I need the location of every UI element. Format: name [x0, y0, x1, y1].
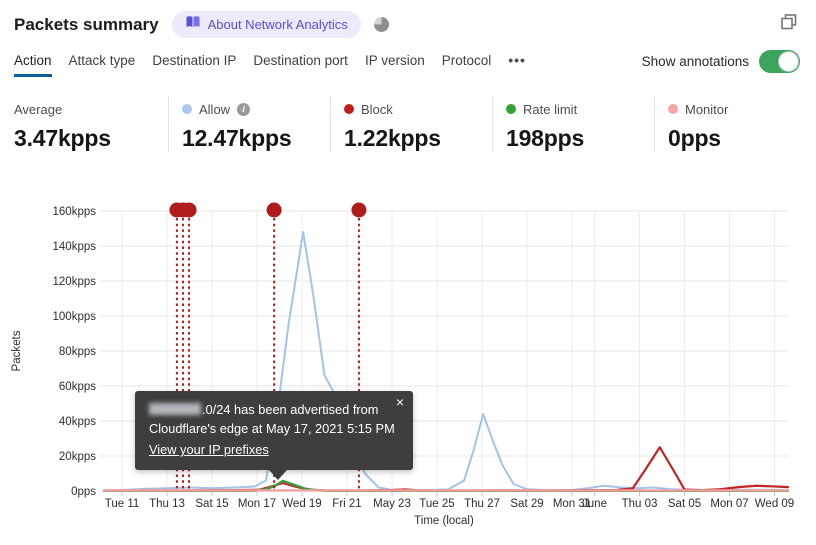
x-tick-label: Thu 27 — [464, 498, 500, 510]
y-tick-label: 40kpps — [59, 416, 96, 428]
y-tick-label: 80kpps — [59, 346, 96, 358]
tooltip-arrow — [269, 469, 287, 480]
page-title: Packets summary — [14, 14, 159, 34]
tooltip-line2: Cloudflare's edge at May 17, 2021 5:15 P… — [149, 421, 395, 437]
y-axis-title: Packets — [11, 330, 23, 371]
x-tick-label: Tue 25 — [419, 498, 454, 510]
tab-attack-type[interactable]: Attack type — [69, 53, 136, 77]
badge-label: About Network Analytics — [207, 17, 348, 32]
tab-destination-ip[interactable]: Destination IP — [152, 53, 236, 77]
annotation-dot[interactable] — [266, 202, 282, 218]
show-annotations-label: Show annotations — [641, 54, 749, 69]
show-annotations-toggle[interactable] — [759, 50, 800, 73]
tab-action[interactable]: Action — [14, 53, 52, 77]
y-tick-label: 120kpps — [53, 276, 97, 288]
stat-value: 1.22kpps — [344, 125, 441, 151]
y-tick-label: 160kpps — [53, 206, 97, 218]
stat-value: 12.47kpps — [182, 125, 292, 151]
x-tick-label: May 23 — [373, 498, 411, 510]
monitor-dot-icon — [668, 104, 678, 114]
stat-value: 198pps — [506, 125, 585, 151]
view-ip-prefixes-link[interactable]: View your IP prefixes — [149, 440, 269, 459]
stat-value: 0pps — [668, 125, 721, 151]
annotation-tooltip: × .0/24 has been advertised from Cloudfl… — [135, 391, 413, 480]
stat-value: 3.47kpps — [14, 125, 111, 151]
info-icon[interactable]: i — [237, 102, 251, 116]
copy-window-icon[interactable] — [780, 13, 798, 31]
show-annotations-control: Show annotations — [642, 50, 800, 79]
toggle-knob — [778, 51, 799, 72]
stat-label: Rate limit — [523, 101, 578, 117]
stat-label: Monitor — [685, 101, 729, 117]
x-tick-label: Wed 09 — [755, 498, 794, 510]
annotation-dot[interactable] — [181, 202, 197, 218]
tabs: Action Attack type Destination IP Destin… — [14, 52, 526, 77]
tab-destination-port[interactable]: Destination port — [253, 53, 348, 77]
stat-label: Average — [14, 101, 63, 117]
book-icon — [185, 15, 201, 34]
y-tick-label: 100kpps — [53, 311, 97, 323]
stat-label: Allow — [199, 101, 231, 117]
annotation-dot[interactable] — [351, 202, 367, 218]
tab-ip-version[interactable]: IP version — [365, 53, 425, 77]
close-icon[interactable]: × — [396, 395, 404, 409]
y-tick-label: 140kpps — [53, 241, 97, 253]
x-tick-label: Thu 13 — [149, 498, 185, 510]
stat-block: Block 1.22kpps — [330, 96, 492, 152]
x-tick-label: Mon 07 — [710, 498, 748, 510]
stat-allow: Allow i 12.47kpps — [168, 96, 330, 152]
x-tick-label: Tue 11 — [105, 498, 140, 510]
x-tick-label: June — [582, 498, 607, 510]
y-tick-label: 0pps — [71, 486, 96, 498]
packets-chart: 0pps 20kpps 40kpps 60kpps 80kpps 100kpps 120kp… — [11, 202, 794, 527]
stat-label: Block — [361, 101, 393, 117]
about-network-analytics-badge[interactable]: About Network Analytics — [171, 11, 361, 38]
y-tick-label: 60kpps — [59, 381, 96, 393]
x-axis-title: Time (local) — [414, 515, 474, 527]
usage-pie-icon[interactable] — [373, 17, 389, 32]
x-tick-label: Sat 05 — [668, 498, 701, 510]
redacted-ip-prefix — [149, 403, 201, 415]
x-tick-label: Mon 17 — [238, 498, 276, 510]
stat-monitor: Monitor 0pps — [654, 96, 816, 152]
x-tick-label: Sat 15 — [195, 498, 228, 510]
stat-average: Average 3.47kpps — [14, 96, 168, 152]
tooltip-line1: .0/24 has been advertised from — [149, 400, 399, 419]
network-analytics-panel: Packets summary About Network Analytics … — [0, 0, 816, 545]
y-tick-label: 20kpps — [59, 451, 96, 463]
more-tabs-ellipsis-icon[interactable]: ••• — [508, 52, 526, 77]
stat-rate-limit: Rate limit 198pps — [492, 96, 654, 152]
x-tick-label: Thu 03 — [622, 498, 658, 510]
block-dot-icon — [344, 104, 354, 114]
x-tick-label: Wed 19 — [282, 498, 321, 510]
header: Packets summary About Network Analytics — [14, 11, 389, 38]
tab-protocol[interactable]: Protocol — [442, 53, 492, 77]
rate-limit-dot-icon — [506, 104, 516, 114]
x-tick-label: Fri 21 — [332, 498, 361, 510]
stats-row: Average 3.47kpps Allow i 12.47kpps Block… — [14, 96, 816, 152]
x-tick-label: Sat 29 — [510, 498, 543, 510]
tabs-row: Action Attack type Destination IP Destin… — [14, 50, 800, 79]
allow-dot-icon — [182, 104, 192, 114]
